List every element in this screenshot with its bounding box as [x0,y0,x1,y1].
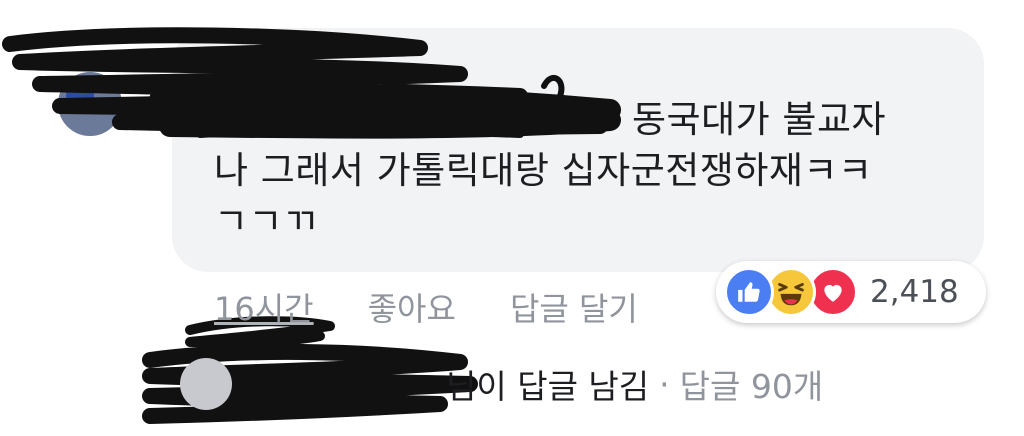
comment-actions: 16시간 좋아요 답글 달기 [214,284,692,330]
separator-dot: · [659,364,670,404]
reaction-count: 2,418 [870,274,959,310]
like-button[interactable]: 좋아요 [368,284,456,330]
replies-summary[interactable]: 님이 답글 남김 · 답글 90개 [180,358,823,410]
comment-text: 동국대가 불교자 나 그래서 가톨릭대랑 십자군전쟁하재ㅋㅋ ㄱㄱㄲ [214,94,954,247]
reactions-summary[interactable]: 2,418 [716,261,986,323]
reply-avatar [180,358,232,410]
like-icon [724,267,774,317]
reply-count-link[interactable]: 답글 90개 [680,360,824,408]
reply-button[interactable]: 답글 달기 [510,284,638,330]
comment-text-line3: ㄱㄱㄲ [214,200,318,243]
reply-author-text: 님이 답글 남김 [446,367,650,406]
comment-timestamp[interactable]: 16시간 [214,284,314,330]
comment-text-line1: 동국대가 불교자 [632,98,887,141]
comment-text-line2: 나 그래서 가톨릭대랑 십자군전쟁하재ㅋㅋ [214,149,873,192]
commenter-avatar[interactable] [58,72,122,136]
